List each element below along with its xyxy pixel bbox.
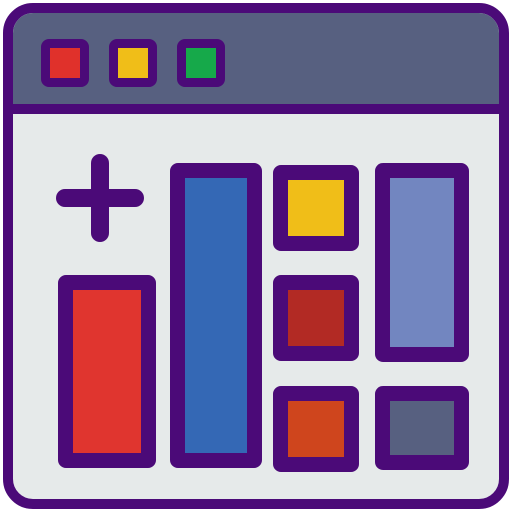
close-button[interactable]: [41, 39, 89, 87]
tile-tall-blue[interactable]: [170, 163, 262, 468]
window-titlebar: [13, 13, 499, 114]
maximize-button[interactable]: [177, 39, 225, 87]
tile-tall-red[interactable]: [58, 275, 156, 468]
tile-maroon[interactable]: [273, 275, 359, 361]
app-window: [3, 3, 509, 509]
minimize-button[interactable]: [109, 39, 157, 87]
tile-orange[interactable]: [273, 386, 359, 472]
tile-lavender[interactable]: [375, 163, 469, 362]
tile-yellow[interactable]: [273, 165, 359, 251]
plus-icon-horizontal: [56, 189, 144, 207]
dashboard-content: [13, 114, 499, 499]
app-stage: [0, 0, 512, 512]
tile-slate[interactable]: [375, 386, 469, 470]
